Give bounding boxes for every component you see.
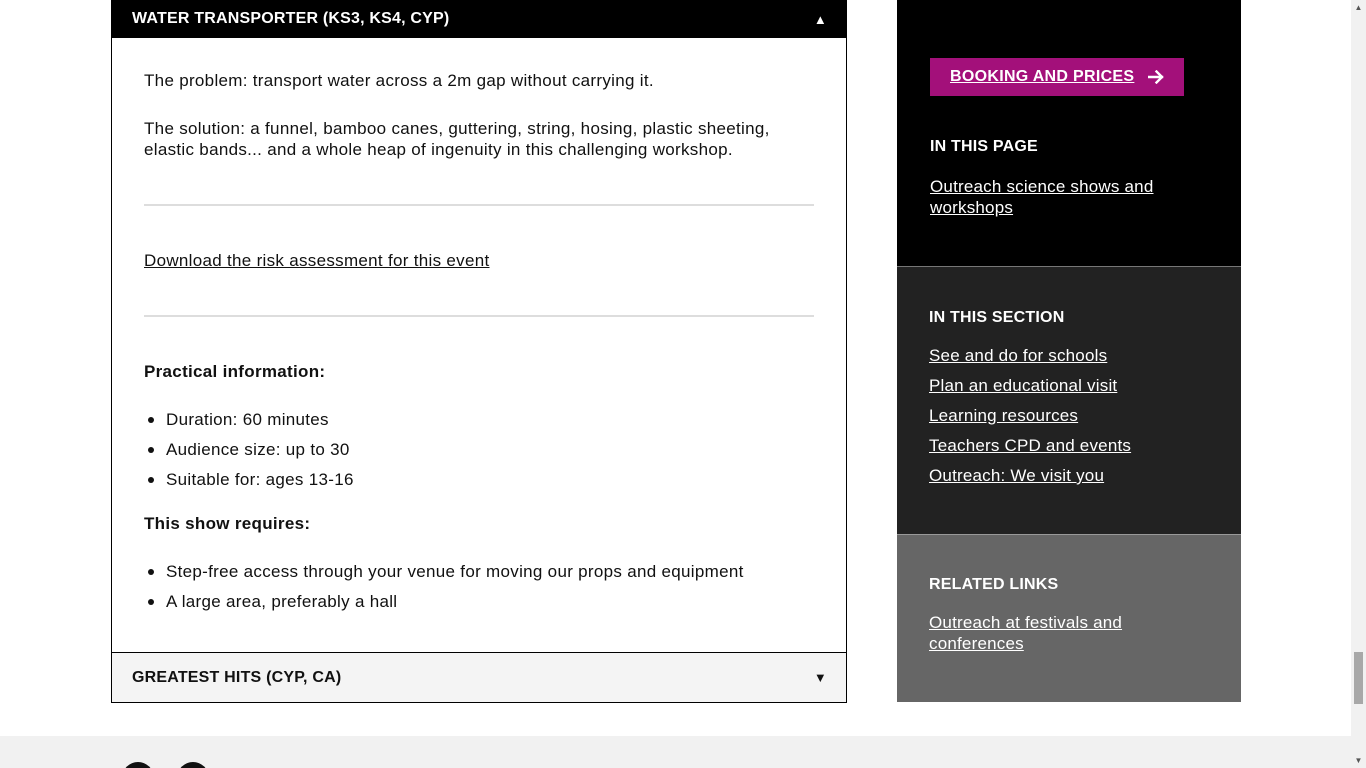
accordion: WATER TRANSPORTER (KS3, KS4, CYP) ▲ The … <box>111 0 847 703</box>
accordion-title: WATER TRANSPORTER (KS3, KS4, CYP) <box>132 10 450 27</box>
list-item: Suitable for: ages 13-16 <box>144 469 814 490</box>
practical-info-list: Duration: 60 minutes Audience size: up t… <box>144 409 814 490</box>
section-link-outreach[interactable]: Outreach: We visit you <box>929 465 1209 486</box>
divider <box>144 204 814 206</box>
list-item: Audience size: up to 30 <box>144 439 814 460</box>
list-item: A large area, preferably a hall <box>144 591 814 612</box>
in-this-page-heading: IN THIS PAGE <box>930 138 1038 155</box>
risk-assessment-link[interactable]: Download the risk assessment for this ev… <box>144 250 814 271</box>
sidebar: BOOKING AND PRICES IN THIS PAGE Outreach… <box>897 0 1241 702</box>
related-links-heading: RELATED LINKS <box>929 576 1059 593</box>
scrollbar[interactable]: ▲ ▼ <box>1351 0 1366 768</box>
in-this-page-link[interactable]: Outreach science shows and workshops <box>930 176 1209 218</box>
scroll-up-icon[interactable]: ▲ <box>1351 0 1366 15</box>
section-link-plan-visit[interactable]: Plan an educational visit <box>929 375 1209 396</box>
divider <box>144 315 814 317</box>
collapse-arrow-icon: ▲ <box>813 11 827 27</box>
scroll-down-icon[interactable]: ▼ <box>1351 753 1366 768</box>
expand-arrow-icon: ▼ <box>813 670 827 685</box>
requirements-heading: This show requires: <box>144 514 311 533</box>
footer <box>0 736 1351 768</box>
arrow-right-icon <box>1148 70 1165 84</box>
related-link-festivals[interactable]: Outreach at festivals and conferences <box>929 612 1209 654</box>
problem-text: The problem: transport water across a 2m… <box>144 71 654 90</box>
accordion-title: GREATEST HITS (CYP, CA) <box>132 668 342 686</box>
list-item: Duration: 60 minutes <box>144 409 814 430</box>
section-link-see-and-do[interactable]: See and do for schools <box>929 345 1209 366</box>
list-item: Step-free access through your venue for … <box>144 561 814 582</box>
accordion-content: The problem: transport water across a 2m… <box>112 38 846 612</box>
related-links-panel: RELATED LINKS Outreach at festivals and … <box>897 534 1241 702</box>
booking-label: BOOKING AND PRICES <box>950 68 1135 85</box>
section-link-learning-resources[interactable]: Learning resources <box>929 405 1209 426</box>
scrollbar-thumb[interactable] <box>1354 652 1363 704</box>
social-icon[interactable] <box>122 762 154 768</box>
in-this-section-panel: IN THIS SECTION See and do for schools P… <box>897 266 1241 534</box>
accordion-header-greatest-hits[interactable]: GREATEST HITS (CYP, CA) ▼ <box>112 652 846 702</box>
booking-and-prices-button[interactable]: BOOKING AND PRICES <box>930 58 1185 96</box>
in-this-section-heading: IN THIS SECTION <box>929 309 1065 326</box>
requirements-list: Step-free access through your venue for … <box>144 561 814 612</box>
practical-info-heading: Practical information: <box>144 362 326 381</box>
in-this-page-panel: BOOKING AND PRICES IN THIS PAGE Outreach… <box>897 0 1241 266</box>
accordion-header-water-transporter[interactable]: WATER TRANSPORTER (KS3, KS4, CYP) ▲ <box>112 0 846 38</box>
section-link-teachers-cpd[interactable]: Teachers CPD and events <box>929 435 1209 456</box>
solution-text: The solution: a funnel, bamboo canes, gu… <box>144 119 770 159</box>
social-icon[interactable] <box>177 762 209 768</box>
